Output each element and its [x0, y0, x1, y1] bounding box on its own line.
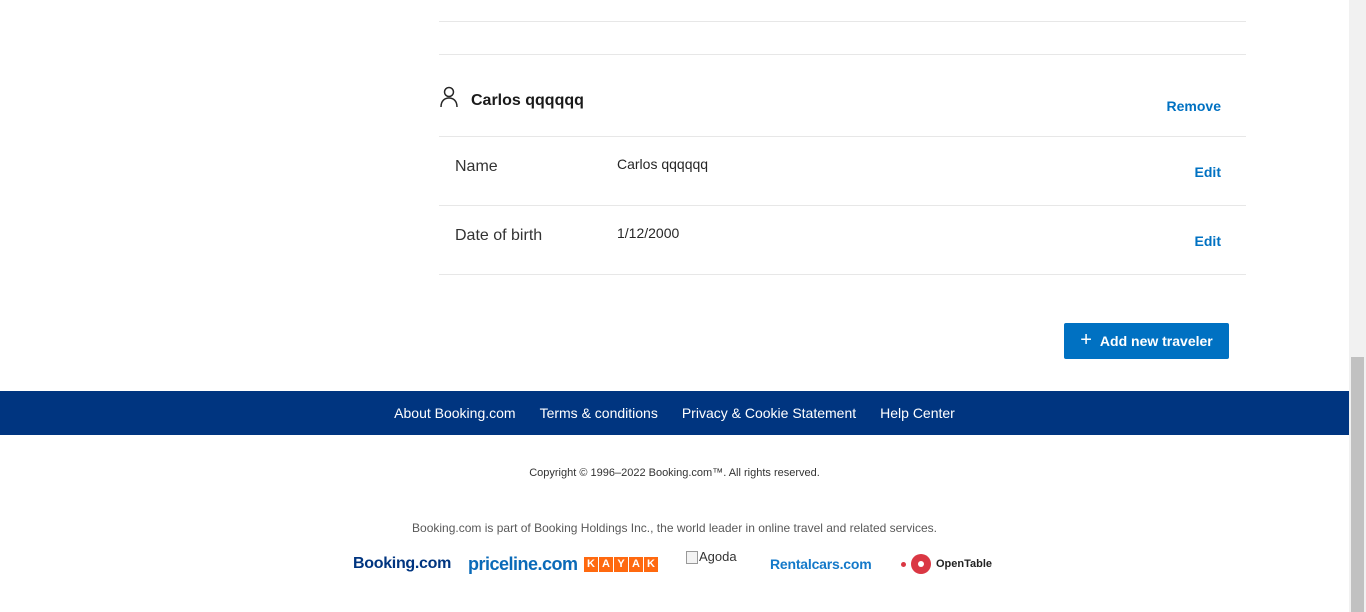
remove-traveler-link[interactable]: Remove — [1167, 98, 1221, 114]
row-value: 1/12/2000 — [617, 225, 680, 241]
add-new-traveler-label: Add new traveler — [1099, 333, 1213, 349]
footer-link-privacy[interactable]: Privacy & Cookie Statement — [682, 405, 856, 421]
plus-icon: + — [1080, 329, 1092, 351]
priceline-logo-text: priceline.com — [468, 553, 578, 574]
footer-link-about[interactable]: About Booking.com — [394, 405, 515, 421]
traveler-detail-row-name: Name Carlos qqqqqq Edit — [439, 137, 1246, 205]
agoda-logo[interactable]: Agoda — [686, 549, 737, 579]
divider — [439, 274, 1246, 275]
person-icon — [440, 86, 458, 108]
opentable-dot-icon — [901, 561, 906, 567]
traveler-header: Carlos qqqqqq Remove — [439, 86, 1246, 122]
opentable-mark-icon — [911, 554, 931, 574]
kayak-logo[interactable]: KAYAK — [584, 549, 658, 579]
rentalcars-logo[interactable]: Rentalcars.com — [770, 549, 872, 579]
page: Carlos qqqqqq Remove Name Carlos qqqqqq … — [0, 0, 1349, 612]
rentalcars-logo-text: Rentalcars.com — [770, 556, 872, 572]
agoda-alt-text: Agoda — [699, 549, 737, 564]
edit-name-link[interactable]: Edit — [1195, 164, 1221, 180]
traveler-name: Carlos qqqqqq — [471, 92, 584, 109]
priceline-logo[interactable]: priceline.com — [468, 549, 578, 579]
footer-link-help[interactable]: Help Center — [880, 405, 955, 421]
copyright-text: Copyright © 1996–2022 Booking.com™. All … — [529, 467, 820, 479]
row-value: Carlos qqqqqq — [617, 156, 709, 172]
footer-link-terms[interactable]: Terms & conditions — [540, 405, 658, 421]
opentable-logo-text: OpenTable — [936, 558, 993, 570]
footer-nav: About Booking.com Terms & conditions Pri… — [0, 391, 1349, 435]
vertical-scrollbar[interactable] — [1349, 0, 1366, 612]
booking-logo-text: Booking.com — [353, 555, 452, 572]
opentable-logo[interactable]: OpenTable — [901, 549, 992, 579]
scrollbar-thumb[interactable] — [1351, 357, 1364, 612]
holdings-text: Booking.com is part of Booking Holdings … — [412, 521, 937, 535]
brand-logos: Booking.com priceline.com KAYAK Agoda Re… — [353, 549, 1003, 579]
traveler-detail-row-dob: Date of birth 1/12/2000 Edit — [439, 206, 1246, 274]
kayak-logo-mark: KAYAK — [584, 556, 658, 572]
booking-logo[interactable]: Booking.com — [353, 549, 451, 579]
divider — [439, 54, 1246, 55]
row-label: Date of birth — [455, 227, 543, 244]
add-new-traveler-button[interactable]: + Add new traveler — [1064, 323, 1229, 359]
divider — [439, 21, 1246, 22]
row-label: Name — [455, 158, 498, 175]
broken-image-icon — [686, 551, 698, 564]
edit-dob-link[interactable]: Edit — [1195, 233, 1221, 249]
